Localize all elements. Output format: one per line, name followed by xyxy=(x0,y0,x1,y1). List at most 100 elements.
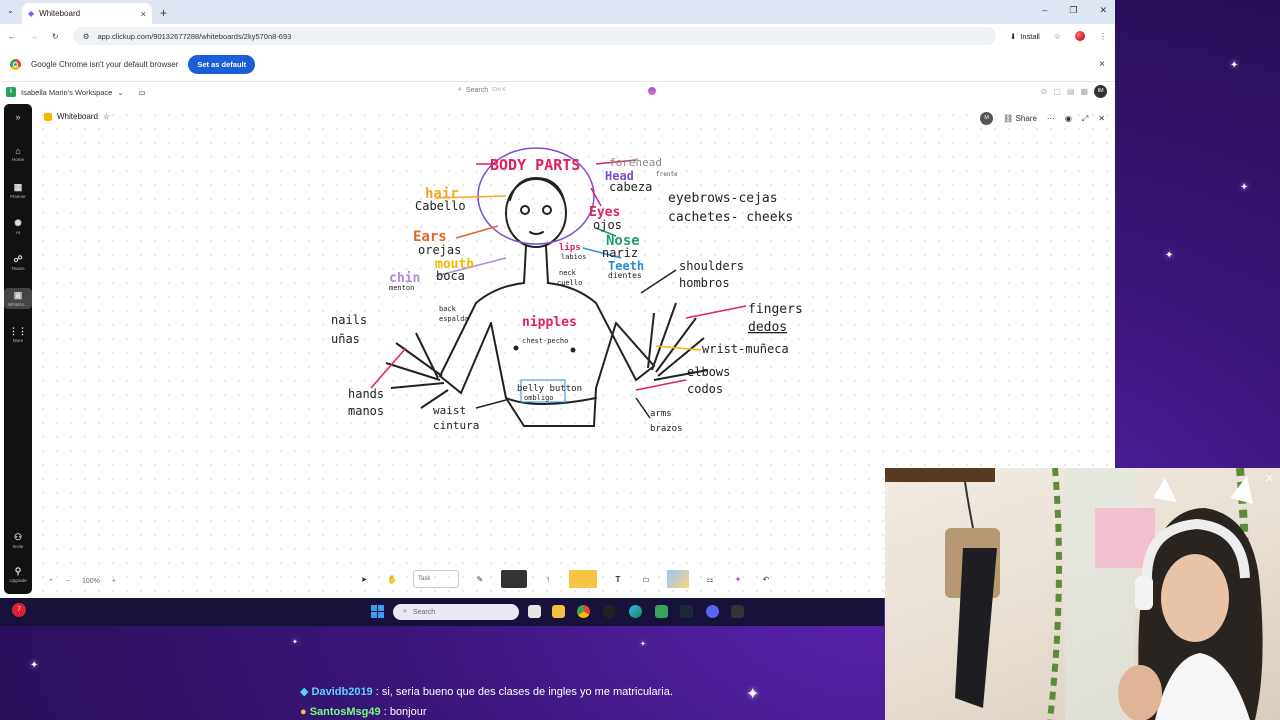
rail-label: Home xyxy=(11,157,24,162)
label-forehead: forehead xyxy=(609,156,662,169)
default-browser-bar: Google Chrome isn't your default browser… xyxy=(0,48,1115,82)
tab-search-icon[interactable]: ⌄ xyxy=(7,6,14,15)
clickup-header: I Isabella Marin's Workspace ⌄ ▭ ⌕ Searc… xyxy=(0,82,1115,102)
discord-icon[interactable] xyxy=(706,605,719,618)
windows-start-icon[interactable] xyxy=(371,605,384,618)
ai-assistant-icon[interactable]: ✦ xyxy=(731,572,745,586)
rail-item-more[interactable]: ⋮⋮ More xyxy=(4,326,32,343)
docs-icon[interactable]: ▤ xyxy=(1067,87,1075,96)
text-tool-icon[interactable]: T xyxy=(611,572,625,586)
label-ombligo: ombligo xyxy=(524,394,554,402)
check-icon[interactable]: ⊘ xyxy=(1041,87,1048,96)
apps-icon[interactable]: ▦ xyxy=(1080,87,1088,96)
label-codos: codos xyxy=(687,382,723,396)
menu-kebab-icon[interactable]: ⋮ xyxy=(1099,32,1107,41)
profile-icon[interactable] xyxy=(1075,31,1085,41)
workspace-switcher[interactable]: I Isabella Marin's Workspace ⌄ ▭ xyxy=(6,87,146,97)
ai-icon: ✺ xyxy=(14,218,22,228)
reload-icon[interactable]: ↻ xyxy=(52,32,59,41)
label-eyebrows: eyebrows-cejas xyxy=(668,191,778,206)
search-shortcut: Ctrl K xyxy=(492,87,506,93)
chat-message: ● SantosMsg49 : bonjour xyxy=(300,702,673,720)
folder-icon[interactable] xyxy=(552,605,565,618)
close-window-icon[interactable]: ✕ xyxy=(1099,5,1107,16)
label-ojos: ojos xyxy=(593,218,622,232)
label-boca: boca xyxy=(436,269,465,283)
close-bar-icon[interactable]: × xyxy=(1099,59,1105,70)
set-default-button[interactable]: Set as default xyxy=(188,55,256,74)
tab-close-icon[interactable]: × xyxy=(141,9,146,19)
rail-item-whiteboard[interactable]: ▣ Whitebo... xyxy=(4,288,32,309)
video-icon[interactable]: ▢ xyxy=(1053,87,1061,96)
chat-badge-icon: ● xyxy=(300,706,307,718)
search-icon: ⌕ xyxy=(458,86,462,93)
pen-app-icon[interactable] xyxy=(603,605,616,618)
app-icon[interactable] xyxy=(655,605,668,618)
rail-item-planner[interactable]: ▦ Planner xyxy=(4,182,32,199)
rail-item-teams[interactable]: ☍ Teams xyxy=(4,254,32,271)
image-tool-icon[interactable] xyxy=(667,570,689,588)
new-tab-button[interactable]: + xyxy=(160,6,167,20)
rail-item-upgrade[interactable]: ⚲ Upgrade xyxy=(4,566,32,583)
search-input[interactable]: ⌕ Search Ctrl K xyxy=(458,86,506,94)
forward-icon[interactable]: → xyxy=(30,32,38,41)
rail-item-ai[interactable]: ✺ AI xyxy=(4,218,32,235)
tab-whiteboard[interactable]: ◆ Whiteboard × xyxy=(22,3,152,24)
label-neck: neck xyxy=(559,269,577,277)
label-dedos: dedos xyxy=(748,320,787,335)
rail-label: Upgrade xyxy=(9,578,27,583)
label-shoulders: shoulders xyxy=(679,259,744,273)
ai-sparkle-icon[interactable] xyxy=(648,87,656,95)
planner-icon: ▦ xyxy=(13,182,23,192)
label-waist: waist xyxy=(433,404,466,417)
rail-label: Invite xyxy=(12,544,24,549)
file-icon[interactable] xyxy=(528,605,541,618)
fit-icon[interactable]: ⌃ xyxy=(48,578,54,586)
notification-badge[interactable]: 7 xyxy=(12,603,26,617)
calendar-icon[interactable]: ▭ xyxy=(139,88,146,97)
back-icon[interactable]: ← xyxy=(8,32,16,41)
home-icon: ⌂ xyxy=(15,146,21,156)
webcam-close-icon[interactable]: ✕ xyxy=(1265,472,1274,485)
select-tool-icon[interactable]: ➤ xyxy=(357,572,371,586)
label-dientes: dientes xyxy=(608,271,642,280)
task-tool[interactable]: Task xyxy=(413,570,459,588)
pen-tool-icon[interactable]: ✎ xyxy=(473,572,487,586)
rail-label: Planner xyxy=(10,194,26,199)
connector-tool-icon[interactable]: ↑ xyxy=(541,572,555,586)
zoom-out-icon[interactable]: − xyxy=(66,578,70,586)
expand-sidebar-icon[interactable]: » xyxy=(4,112,32,122)
zoom-in-icon[interactable]: + xyxy=(112,578,116,586)
star-decoration: ✦ xyxy=(640,641,646,648)
shape-tool-icon[interactable] xyxy=(501,570,527,588)
templates-tool-icon[interactable]: ⚏ xyxy=(703,572,717,586)
site-info-icon[interactable]: ⚙ xyxy=(83,32,90,41)
task-tool-label: Task xyxy=(418,576,431,582)
steam-icon[interactable] xyxy=(680,605,693,618)
taskbar-search-label: Search xyxy=(412,608,436,616)
chrome-icon[interactable] xyxy=(577,605,590,618)
url-field[interactable]: ⚙ app.clickup.com/90132677288/whiteboard… xyxy=(72,27,996,45)
card-tool-icon[interactable]: ▭ xyxy=(639,572,653,586)
avatar[interactable]: IM xyxy=(1094,85,1107,98)
workspace-name: Isabella Marin's Workspace xyxy=(21,87,113,97)
rail-item-home[interactable]: ⌂ Home xyxy=(4,146,32,162)
taskbar-search[interactable]: ⌕ Search xyxy=(393,604,519,620)
install-label: Install xyxy=(1020,31,1040,41)
maximize-icon[interactable]: ❐ xyxy=(1069,5,1077,16)
bookmark-star-icon[interactable]: ☆ xyxy=(1054,32,1061,41)
sticky-note-tool-icon[interactable] xyxy=(569,570,597,588)
hand-tool-icon[interactable]: ✋ xyxy=(385,572,399,586)
install-button[interactable]: ⬇ Install xyxy=(1010,32,1040,41)
minimize-icon[interactable]: – xyxy=(1042,5,1047,16)
sidebar-rail: » ⌂ Home ▦ Planner ✺ AI ☍ Teams ▣ Whitebo... … xyxy=(4,104,32,594)
epic-games-icon[interactable] xyxy=(731,605,744,618)
invite-icon: ⚇ xyxy=(13,532,23,542)
undo-icon[interactable]: ↶ xyxy=(759,572,773,586)
rail-item-invite[interactable]: ⚇ Invite xyxy=(4,532,32,549)
edge-icon[interactable] xyxy=(629,605,642,618)
chat-text: : si, seria bueno que des clases de ingl… xyxy=(375,686,673,698)
label-cintura: cintura xyxy=(433,419,479,432)
rail-label: Whitebo... xyxy=(7,302,29,307)
header-actions: ⊘ ▢ ▤ ▦ IM xyxy=(1041,85,1107,98)
